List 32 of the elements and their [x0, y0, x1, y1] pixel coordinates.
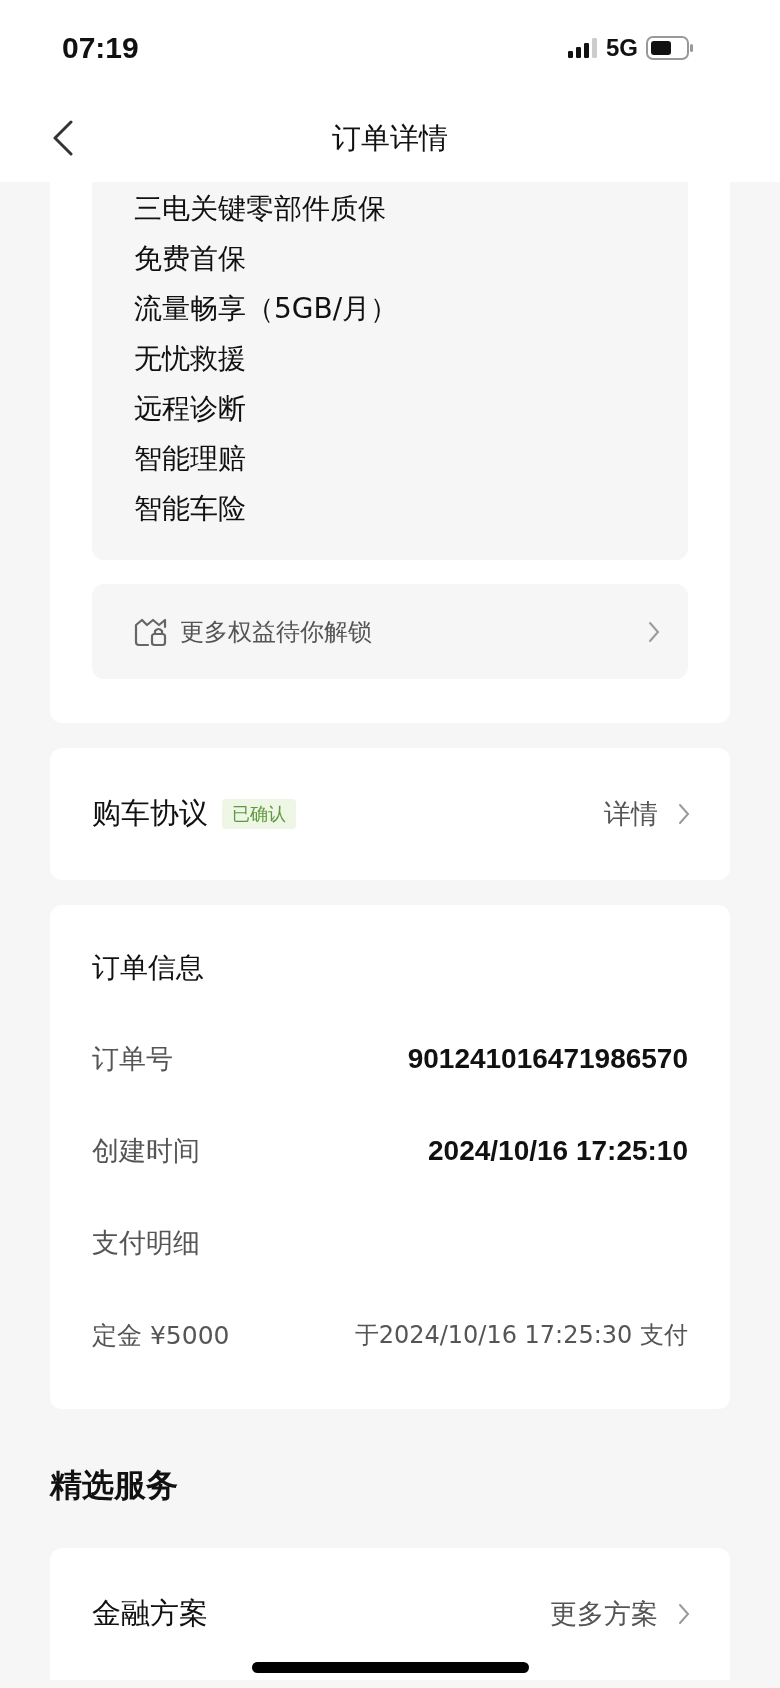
back-icon[interactable]	[52, 120, 74, 156]
unlock-row[interactable]: 更多权益待你解锁	[92, 584, 688, 679]
field-label: 订单号	[92, 1042, 173, 1076]
field-value: 2024/10/16 17:25:10	[428, 1135, 688, 1167]
benefit-item: 三电关键零部件质保	[134, 191, 387, 227]
service-title: 金融方案	[92, 1595, 208, 1632]
section-title: 订单信息	[92, 950, 205, 986]
network-label: 5G	[606, 34, 638, 62]
benefit-item: 智能理赔	[134, 441, 247, 477]
status-badge: 已确认	[222, 799, 296, 829]
benefit-item: 远程诊断	[134, 391, 247, 427]
field-label: 创建时间	[92, 1134, 200, 1168]
agreement-title: 购车协议	[92, 795, 208, 832]
benefit-item: 免费首保	[134, 241, 247, 277]
chevron-icon	[678, 803, 690, 825]
status-time: 07:19	[62, 31, 139, 65]
more-link[interactable]: 更多方案	[550, 1596, 658, 1632]
details-link[interactable]: 详情	[604, 796, 658, 832]
field-label: 支付明细	[92, 1226, 200, 1260]
benefit-item: 无忧救援	[134, 341, 247, 377]
benefit-item: 智能车险	[134, 491, 247, 527]
bag-lock-icon	[134, 616, 168, 647]
chevron-icon	[648, 620, 660, 643]
page-title: 订单详情	[332, 120, 448, 157]
field-value: 于2024/10/16 17:25:30 支付	[354, 1320, 688, 1351]
benefit-item: 流量畅享（5GB/月）	[134, 291, 400, 327]
chevron-icon	[678, 1603, 690, 1625]
battery-icon	[646, 36, 694, 60]
field-label: 定金 ¥5000	[92, 1319, 230, 1352]
section-heading: 精选服务	[50, 1465, 179, 1506]
signal-icon	[568, 38, 598, 58]
field-value: 901241016471986570	[407, 1043, 688, 1075]
